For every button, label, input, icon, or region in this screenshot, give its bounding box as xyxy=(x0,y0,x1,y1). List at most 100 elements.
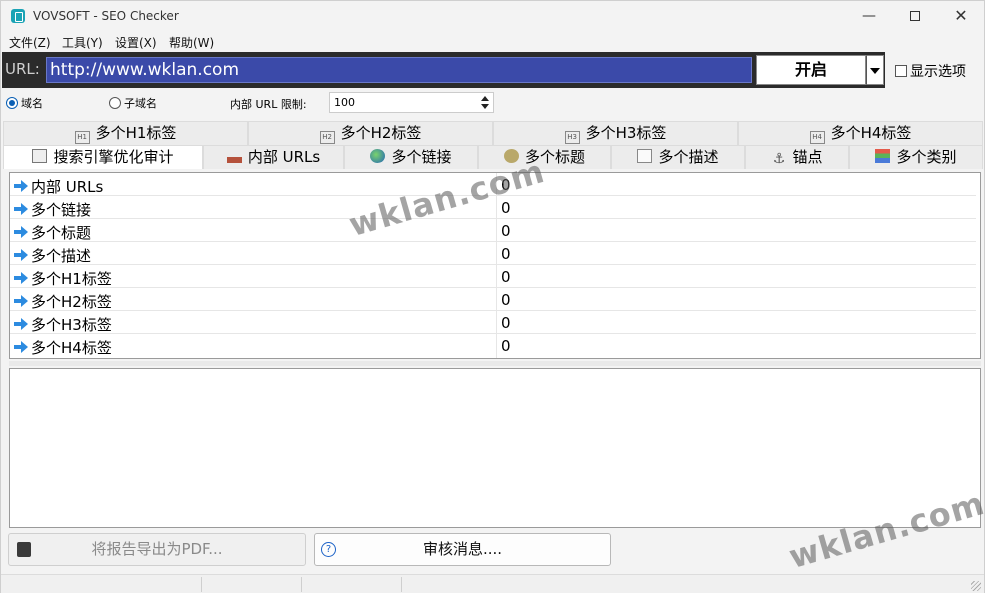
show-options-checkbox[interactable]: 显示选项 xyxy=(895,61,966,81)
tab-categories-label: 多个类别 xyxy=(896,148,957,166)
export-pdf-button[interactable]: 将报告导出为PDF... xyxy=(8,533,306,566)
row-name: 多个H4标签 xyxy=(31,339,112,357)
arrow-right-icon xyxy=(14,318,28,330)
arrow-right-icon xyxy=(14,180,28,192)
audit-message-button[interactable]: ? 审核消息.... xyxy=(314,533,611,566)
tab-h1-label: 多个H1标签 xyxy=(95,124,177,142)
spinner-arrows-icon[interactable] xyxy=(481,96,490,109)
tab-seo-audit[interactable]: 搜索引擎优化审计 xyxy=(3,145,203,169)
table-row[interactable]: 多个H3标签 0 xyxy=(10,311,976,334)
tab-h4-label: 多个H4标签 xyxy=(830,124,912,142)
menu-settings[interactable]: 设置(X) xyxy=(115,34,157,51)
table-row[interactable]: 多个H2标签 0 xyxy=(10,288,976,311)
subdomain-label: 子域名 xyxy=(124,97,157,110)
tab-descriptions-label: 多个描述 xyxy=(658,148,719,166)
row-name: 多个标题 xyxy=(31,224,92,242)
arrow-right-icon xyxy=(14,295,28,307)
url-label: URL: xyxy=(5,60,40,78)
row-name: 多个链接 xyxy=(31,201,92,219)
window-title: VOVSOFT - SEO Checker xyxy=(33,9,179,23)
start-dropdown-button[interactable] xyxy=(866,55,884,85)
row-name: 内部 URLs xyxy=(31,178,104,196)
radio-selected-icon[interactable] xyxy=(6,97,18,109)
tab-h2[interactable]: H2 多个H2标签 xyxy=(248,121,493,145)
row-name: 多个H1标签 xyxy=(31,270,112,288)
row-name: 多个H3标签 xyxy=(31,316,112,334)
table-row[interactable]: 多个描述 0 xyxy=(10,242,976,265)
maximize-button[interactable] xyxy=(892,1,938,31)
tab-anchors[interactable]: ⚓ 锚点 xyxy=(745,145,849,169)
arrow-right-icon xyxy=(14,249,28,261)
menu-tools[interactable]: 工具(Y) xyxy=(62,34,103,51)
tab-h1[interactable]: H1 多个H1标签 xyxy=(3,121,248,145)
anchor-icon: ⚓ xyxy=(772,151,786,167)
tab-categories[interactable]: 多个类别 xyxy=(849,145,983,169)
tab-h3[interactable]: H3 多个H3标签 xyxy=(493,121,738,145)
menu-file[interactable]: 文件(Z) xyxy=(9,34,51,51)
arrow-right-icon xyxy=(14,272,28,284)
url-bar: URL: http://www.wklan.com 开启 xyxy=(2,52,885,88)
audit-icon xyxy=(32,149,48,163)
globe-icon xyxy=(370,149,386,163)
app-window: VOVSOFT - SEO Checker — ✕ 文件(Z) 工具(Y) 设置… xyxy=(0,0,985,593)
url-limit-label: 内部 URL 限制: xyxy=(230,98,307,111)
h3-icon: H3 xyxy=(564,131,580,144)
h2-icon: H2 xyxy=(319,131,335,144)
tab-h4[interactable]: H4 多个H4标签 xyxy=(738,121,983,145)
tab-links-label: 多个链接 xyxy=(391,148,452,166)
close-button[interactable]: ✕ xyxy=(938,1,984,31)
tab-h2-label: 多个H2标签 xyxy=(340,124,422,142)
category-icon xyxy=(875,149,891,163)
menu-help[interactable]: 帮助(W) xyxy=(169,34,214,51)
start-button[interactable]: 开启 xyxy=(756,55,866,85)
table-row[interactable]: 多个H1标签 0 xyxy=(10,265,976,288)
tab-internal-urls[interactable]: 内部 URLs xyxy=(203,145,344,169)
row-value: 0 xyxy=(501,291,511,309)
maximize-icon xyxy=(910,11,920,21)
url-limit-value: 100 xyxy=(334,96,355,109)
minimize-button[interactable]: — xyxy=(846,1,892,31)
app-icon xyxy=(11,9,25,23)
row-name: 多个H2标签 xyxy=(31,293,112,311)
tab-internal-urls-label: 内部 URLs xyxy=(247,148,321,166)
row-value: 0 xyxy=(501,245,511,263)
radio-icon[interactable] xyxy=(109,97,121,109)
domain-radio[interactable]: 域名 xyxy=(6,95,43,111)
tab-h3-label: 多个H3标签 xyxy=(585,124,667,142)
status-divider xyxy=(201,577,202,592)
row-value: 0 xyxy=(501,268,511,286)
row-value: 0 xyxy=(501,222,511,240)
url-input[interactable]: http://www.wklan.com xyxy=(46,57,752,83)
show-options-label: 显示选项 xyxy=(910,64,966,80)
details-memo[interactable] xyxy=(9,368,981,528)
menu-bar: 文件(Z) 工具(Y) 设置(X) 帮助(W) xyxy=(1,31,984,51)
pdf-icon xyxy=(17,542,31,557)
status-divider xyxy=(301,577,302,592)
row-value: 0 xyxy=(501,314,511,332)
arrow-right-icon xyxy=(14,203,28,215)
checkbox-box[interactable] xyxy=(895,65,907,77)
url-limit-spinner[interactable]: 100 xyxy=(329,92,494,113)
home-icon xyxy=(226,149,242,163)
tab-descriptions[interactable]: 多个描述 xyxy=(611,145,745,169)
table-row[interactable]: 多个H4标签 0 xyxy=(10,334,976,357)
table-row[interactable]: 多个标题 0 xyxy=(10,219,976,242)
h4-icon: H4 xyxy=(809,131,825,144)
description-icon xyxy=(637,149,653,163)
arrow-right-icon xyxy=(14,226,28,238)
status-bar xyxy=(1,574,984,593)
subdomain-radio[interactable]: 子域名 xyxy=(109,95,157,111)
status-divider xyxy=(401,577,402,592)
panel-splitter[interactable] xyxy=(9,361,981,366)
resize-grip-icon[interactable] xyxy=(971,581,981,591)
tab-anchors-label: 锚点 xyxy=(792,148,823,166)
h1-icon: H1 xyxy=(74,131,90,144)
help-icon: ? xyxy=(321,542,336,557)
row-value: 0 xyxy=(501,337,511,355)
export-pdf-label: 将报告导出为PDF... xyxy=(91,540,223,558)
tab-links[interactable]: 多个链接 xyxy=(344,145,478,169)
audit-message-label: 审核消息.... xyxy=(422,540,503,558)
arrow-right-icon xyxy=(14,341,28,353)
title-bar: VOVSOFT - SEO Checker — ✕ xyxy=(1,1,984,31)
tab-seo-audit-label: 搜索引擎优化审计 xyxy=(53,148,174,166)
